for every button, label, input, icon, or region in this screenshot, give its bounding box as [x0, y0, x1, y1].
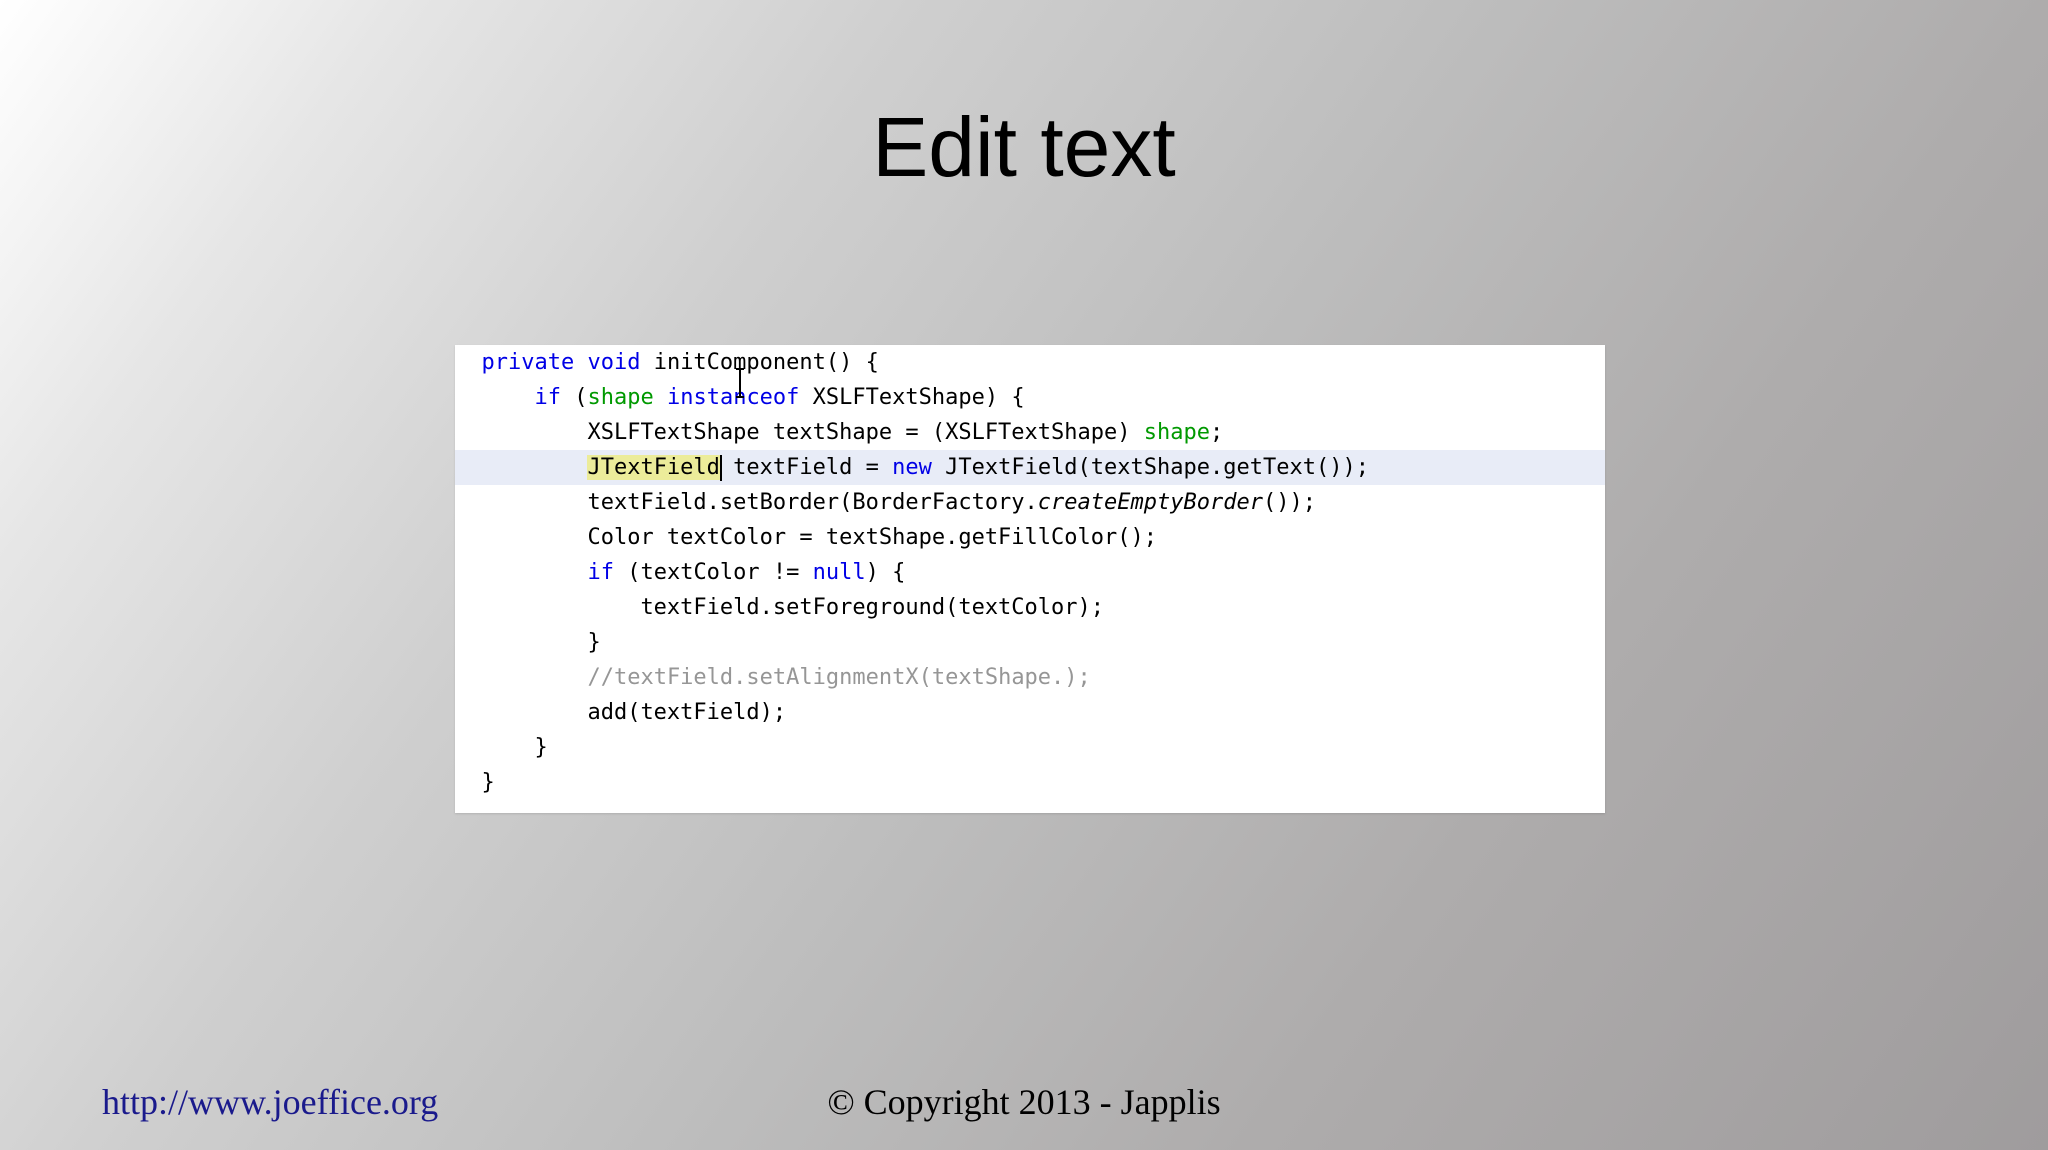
code-token: add(textField); — [481, 700, 787, 725]
code-line-3[interactable]: XSLFTextShape textShape = (XSLFTextShape… — [455, 415, 1605, 450]
code-line-8[interactable]: textField.setForeground(textColor); — [455, 590, 1605, 625]
footer-url-link[interactable]: http://www.joeffice.org — [102, 1080, 438, 1124]
slide-title: Edit text — [872, 100, 1176, 194]
code-token: ( — [560, 385, 588, 410]
ibeam-cursor-icon — [736, 368, 744, 398]
code-token: } — [481, 735, 548, 760]
keyword-token: null — [812, 560, 866, 585]
code-token: textField.setBorder(BorderFactory. — [481, 490, 1038, 515]
code-line-10[interactable]: //textField.setAlignmentX(textShape.); — [455, 660, 1605, 695]
code-line-9[interactable]: } — [455, 625, 1605, 660]
code-line-5[interactable]: textField.setBorder(BorderFactory.create… — [455, 485, 1605, 520]
code-line-13[interactable]: } — [455, 765, 1605, 800]
keyword-token: new — [892, 455, 932, 480]
code-token: XSLFTextShape textShape = (XSLFTextShape… — [481, 420, 1144, 445]
code-token: ; — [1210, 420, 1224, 445]
code-token: textField.setForeground(textColor); — [481, 595, 1105, 620]
code-line-7[interactable]: if (textColor != null) { — [455, 555, 1605, 590]
keyword-token: if — [534, 385, 561, 410]
comment-token: //textField.setAlignmentX(textShape.); — [587, 665, 1091, 690]
code-token: } — [481, 630, 601, 655]
code-line-1[interactable]: private void initComponent() { — [455, 345, 1605, 380]
code-token: XSLFTextShape) { — [799, 385, 1025, 410]
code-token: (textColor != — [613, 560, 813, 585]
keyword-token: private — [481, 350, 575, 375]
field-token: shape — [587, 385, 654, 410]
static-method-token: createEmptyBorder — [1037, 490, 1263, 515]
keyword-token: if — [587, 560, 614, 585]
code-token: JTextField(textShape.getText()); — [931, 455, 1369, 480]
code-token: Color textColor = textShape.getFillColor… — [481, 525, 1158, 550]
code-line-12[interactable]: } — [455, 730, 1605, 765]
code-token: } — [481, 770, 495, 795]
code-token: textField = — [719, 455, 893, 480]
code-editor-panel[interactable]: private void initComponent() { if (shape… — [455, 345, 1605, 813]
code-line-6[interactable]: Color textColor = textShape.getFillColor… — [455, 520, 1605, 555]
code-token: ()); — [1262, 490, 1316, 515]
code-line-2[interactable]: if (shape instanceof XSLFTextShape) { — [455, 380, 1605, 415]
field-token: shape — [1143, 420, 1210, 445]
code-token: initComponent() { — [640, 350, 879, 375]
keyword-token: instanceof — [666, 385, 800, 410]
code-line-11[interactable]: add(textField); — [455, 695, 1605, 730]
keyword-token: void — [587, 350, 641, 375]
code-token: ) { — [865, 560, 906, 585]
code-line-4-current[interactable]: JTextField textField = new JTextField(te… — [455, 450, 1605, 485]
highlighted-token: JTextField — [587, 455, 720, 480]
